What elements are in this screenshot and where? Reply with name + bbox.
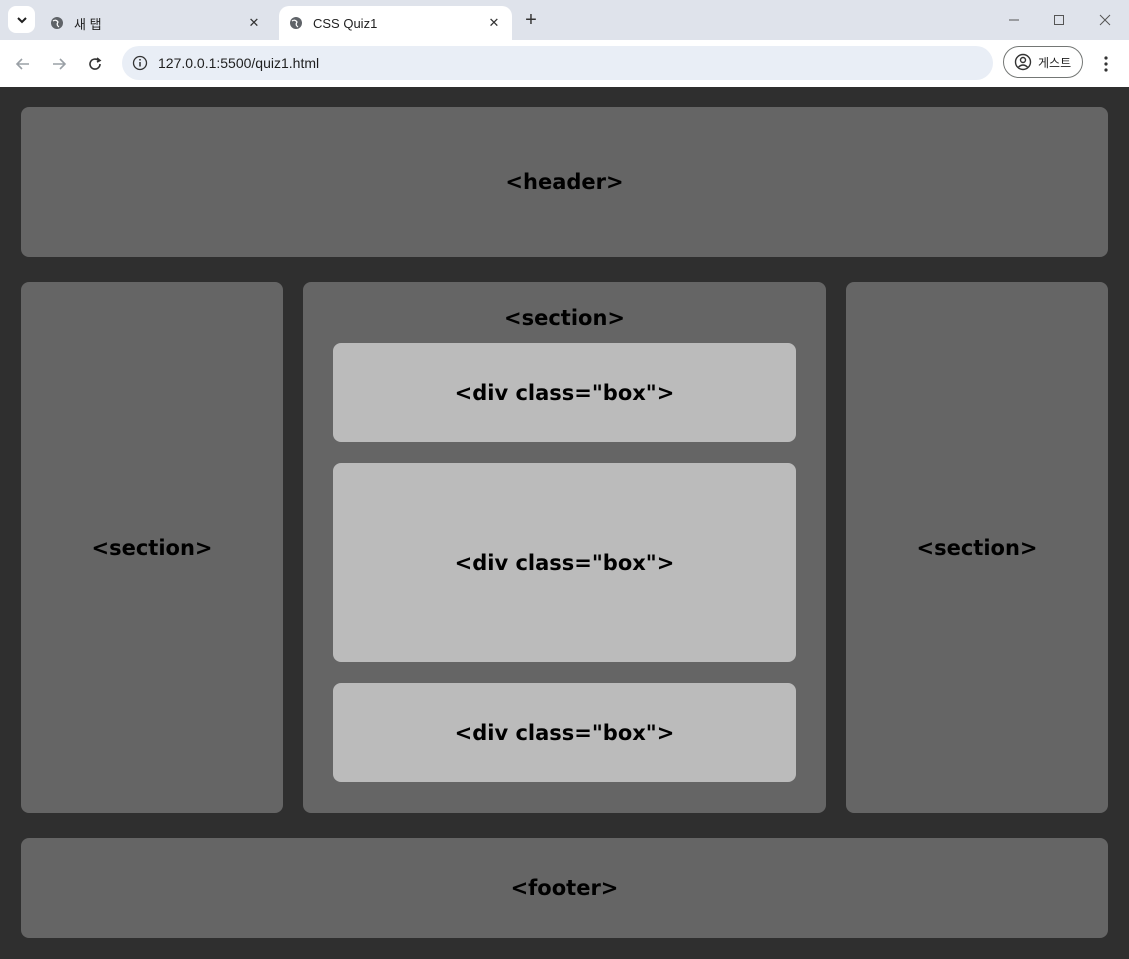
tab-search-button[interactable] xyxy=(8,6,35,33)
back-icon xyxy=(15,58,29,70)
left-section: <section> xyxy=(21,282,283,813)
footer-block: <footer> xyxy=(21,838,1108,938)
tab-css-quiz1[interactable]: CSS Quiz1 ✕ xyxy=(279,6,512,40)
footer-label: <footer> xyxy=(510,876,619,900)
address-bar[interactable]: 127.0.0.1:5500/quiz1.html xyxy=(122,46,993,80)
globe-icon xyxy=(51,17,63,29)
center-section: <section> <div class="box"> <div class="… xyxy=(303,282,826,813)
window-close-icon xyxy=(1099,14,1111,26)
right-section-label: <section> xyxy=(916,535,1038,560)
profile-label: 게스트 xyxy=(1038,55,1072,70)
box-2: <div class="box"> xyxy=(333,463,796,662)
tab-strip: 새 탭 ✕ CSS Quiz1 ✕ + xyxy=(0,0,1129,40)
back-button[interactable] xyxy=(11,52,35,76)
maximize-icon xyxy=(1054,15,1064,25)
center-section-label: <section> xyxy=(504,306,625,330)
new-tab-button[interactable]: + xyxy=(520,8,542,32)
header-block: <header> xyxy=(21,107,1108,257)
reload-button[interactable] xyxy=(83,52,107,76)
kebab-menu-icon xyxy=(1104,56,1108,72)
globe-icon xyxy=(290,17,302,29)
box-1: <div class="box"> xyxy=(333,343,796,442)
page-viewport: <header> <section> <section> <div class=… xyxy=(0,87,1129,959)
box-3: <div class="box"> xyxy=(333,683,796,782)
tab-title: CSS Quiz1 xyxy=(313,15,378,31)
url-text: 127.0.0.1:5500/quiz1.html xyxy=(158,55,320,71)
chevron-down-icon xyxy=(16,16,27,23)
profile-button[interactable]: 게스트 xyxy=(1003,46,1083,78)
forward-icon xyxy=(53,58,67,70)
plus-icon: + xyxy=(525,9,537,31)
minimize-button[interactable] xyxy=(991,6,1037,34)
tab-new-tab[interactable]: 새 탭 ✕ xyxy=(40,6,272,40)
box-label: <div class="box"> xyxy=(454,720,675,745)
close-icon[interactable]: ✕ xyxy=(244,15,264,31)
left-section-label: <section> xyxy=(91,535,213,560)
browser-toolbar: 127.0.0.1:5500/quiz1.html 게스트 xyxy=(0,40,1129,88)
info-icon[interactable] xyxy=(132,55,148,71)
minimize-icon xyxy=(1009,19,1019,21)
box-label: <div class="box"> xyxy=(454,550,675,575)
maximize-button[interactable] xyxy=(1036,6,1082,34)
tab-title: 새 탭 xyxy=(74,16,102,32)
forward-button[interactable] xyxy=(47,52,71,76)
close-icon[interactable]: ✕ xyxy=(484,15,504,31)
reload-icon xyxy=(89,57,102,70)
person-icon xyxy=(1014,53,1032,71)
browser-menu-button[interactable] xyxy=(1094,52,1118,76)
right-section: <section> xyxy=(846,282,1108,813)
header-label: <header> xyxy=(505,170,624,194)
box-label: <div class="box"> xyxy=(454,380,675,405)
window-close-button[interactable] xyxy=(1082,6,1128,34)
